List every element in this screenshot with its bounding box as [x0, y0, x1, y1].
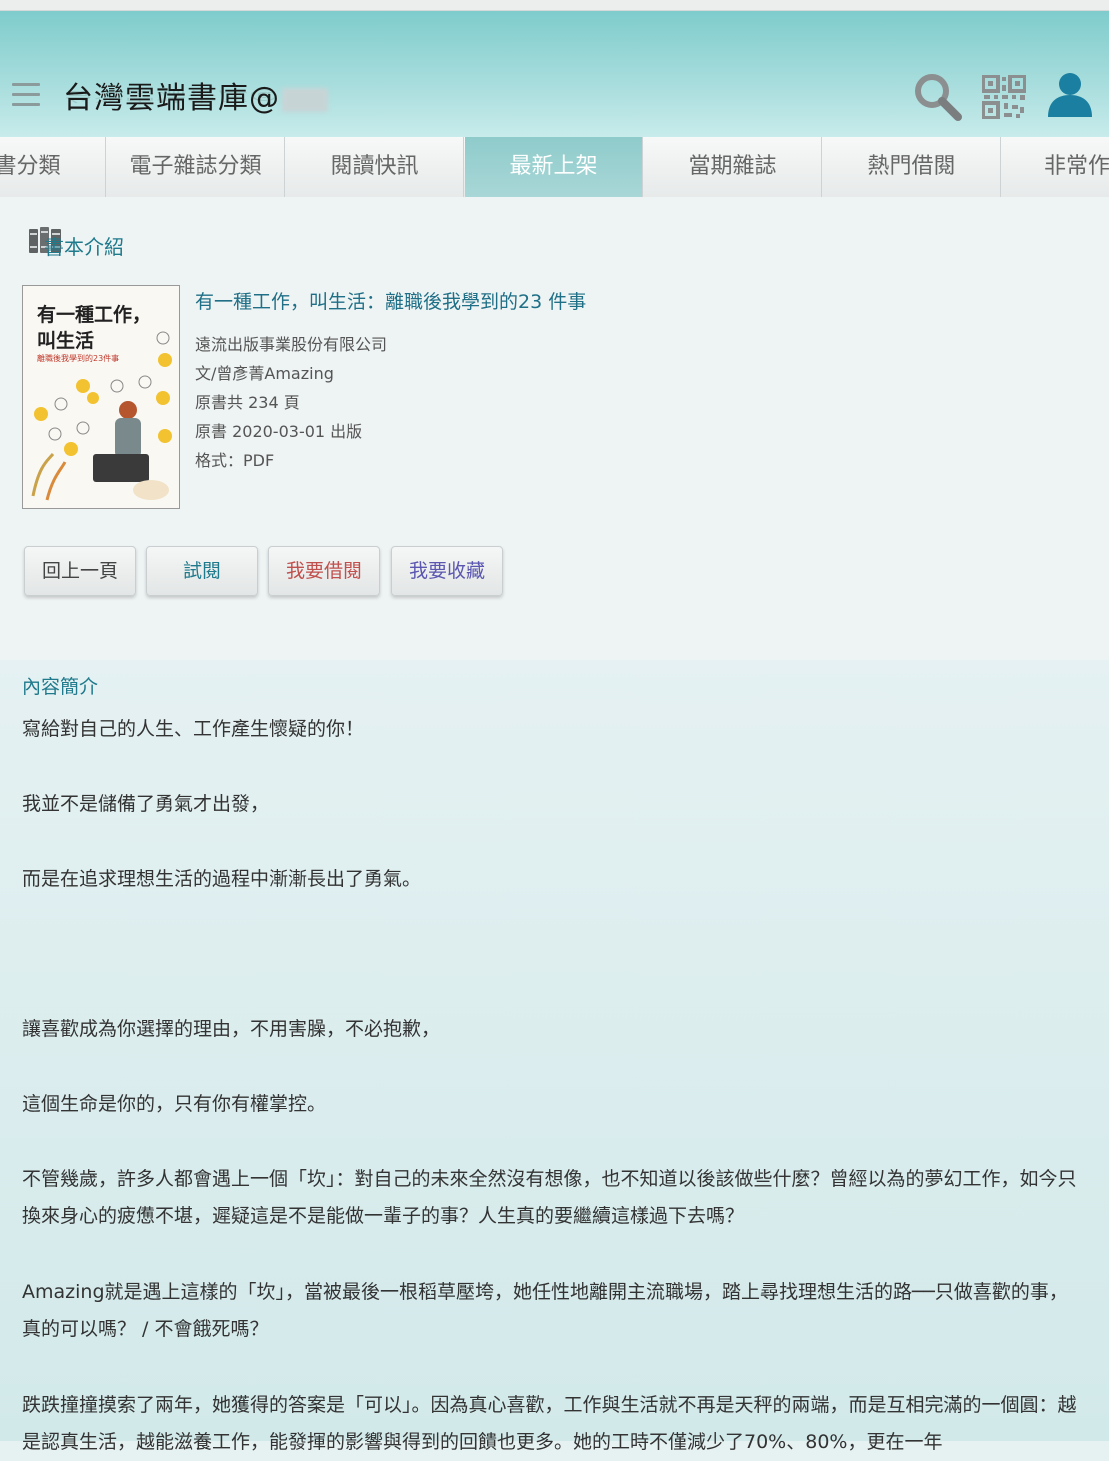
content-summary: 內容簡介 寫給對自己的人生、工作產生懷疑的你！ 我並不是儲備了勇氣才出發， 而是… — [0, 660, 1109, 1453]
content-paragraph: 我並不是儲備了勇氣才出發， — [22, 793, 270, 815]
tab-ebook-categories[interactable]: 子書分類 — [0, 137, 106, 197]
content-paragraph: 讓喜歡成為你選擇的理由，不用害臊，不必抱歉， — [22, 1018, 441, 1040]
content-paragraph: Amazing就是遇上這樣的「坎」，當被最後一根稻草壓垮，她任性地離開主流職場，… — [22, 1281, 1068, 1340]
app-header: 台灣雲端書庫@ 台灣雲端書庫@ — [0, 11, 1109, 137]
content-paragraph: 不管幾歲，許多人都會遇上一個「坎」：對自己的未來全然沒有想像，也不知道以後該做些… — [22, 1168, 1077, 1227]
book-publisher: 遠流出版事業股份有限公司 — [195, 335, 388, 354]
content-paragraph: 寫給對自己的人生、工作產生懷疑的你！ — [22, 718, 365, 740]
borrow-button[interactable]: 我要借閱 — [268, 546, 380, 596]
qr-code-icon[interactable] — [981, 74, 1027, 123]
book-publish-date: 原書 2020-03-01 出版 — [195, 422, 363, 441]
tab-current-magazines[interactable]: 當期雜誌 — [644, 137, 822, 197]
user-icon[interactable] — [1046, 71, 1094, 123]
content-heading: 內容簡介 — [22, 676, 99, 698]
book-format: 格式：PDF — [195, 451, 275, 470]
app-title-reflection: 台灣雲端書庫@ — [63, 87, 280, 104]
favorite-button[interactable]: 我要收藏 — [391, 546, 503, 596]
content-paragraph: 而是在追求理想生活的過程中漸漸長出了勇氣。 — [22, 868, 422, 890]
book-pages: 原書共 234 頁 — [195, 393, 300, 412]
menu-icon[interactable] — [12, 83, 40, 113]
section-title: 書本介紹 — [44, 235, 124, 259]
content-paragraph: 這個生命是你的，只有你有權掌控。 — [22, 1093, 327, 1115]
search-icon[interactable] — [912, 71, 964, 127]
system-status-bar — [0, 0, 1109, 11]
book-author: 文/曾彥菁Amazing — [195, 364, 334, 383]
content-paragraph: 跌跌撞撞摸索了兩年，她獲得的答案是「可以」。因為真心喜歡，工作與生活就不再是天秤… — [22, 1394, 1077, 1453]
book-info-panel: 書本介紹 有一種工作， 叫生活 離職後我學到的23件事 有一種工作，叫生活：離職… — [0, 197, 1109, 660]
redacted-library-name — [282, 87, 328, 112]
book-cover[interactable]: 有一種工作， 叫生活 離職後我學到的23件事 — [22, 285, 180, 509]
tab-popular-borrows[interactable]: 熱門借閱 — [823, 137, 1001, 197]
book-title[interactable]: 有一種工作，叫生活：離職後我學到的23 件事 — [195, 287, 586, 314]
tab-emagazine-categories[interactable]: 電子雜誌分類 — [107, 137, 285, 197]
trial-read-button[interactable]: 試閱 — [146, 546, 258, 596]
tab-new-arrivals[interactable]: 最新上架 — [465, 137, 643, 197]
category-tab-bar: 子書分類 電子雜誌分類 閱讀快訊 最新上架 當期雜誌 熱門借閱 非常作 — [0, 137, 1109, 198]
tab-reading-news[interactable]: 閱讀快訊 — [286, 137, 464, 197]
back-button[interactable]: 回上一頁 — [24, 546, 136, 596]
tab-unusual[interactable]: 非常作 — [1002, 137, 1109, 197]
cover-illustration — [31, 331, 172, 501]
